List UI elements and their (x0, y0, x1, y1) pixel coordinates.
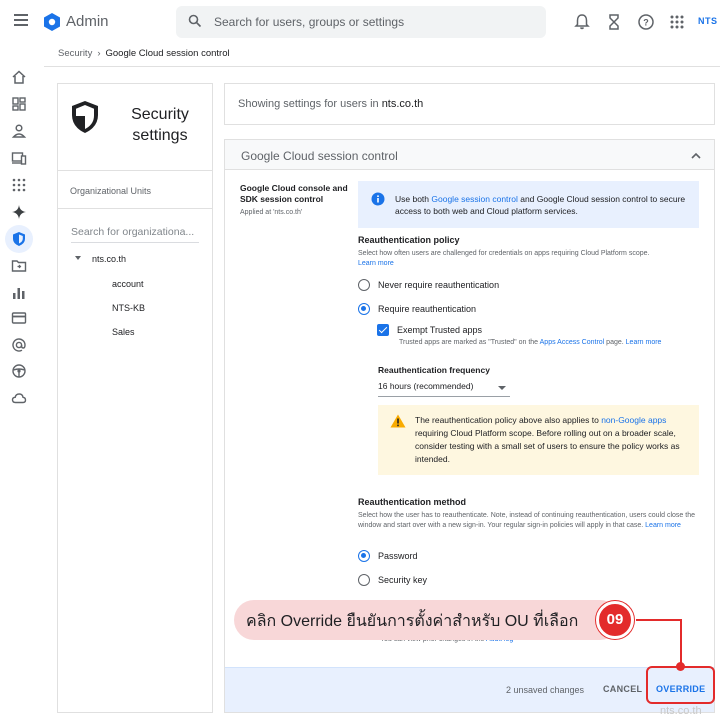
reauth-method-desc: Select how the user has to reauthenticat… (358, 512, 695, 529)
divider (58, 170, 212, 171)
save-bar: 2 unsaved changes CANCEL OVERRIDE (225, 667, 714, 712)
apps-access-control-link[interactable]: Apps Access Control (540, 339, 605, 346)
security-key-label[interactable]: Security key (378, 575, 427, 585)
brand-logo[interactable]: NTS (698, 16, 718, 26)
apps-icon[interactable] (11, 177, 27, 193)
reauth-policy-desc: Select how often users are challenged fo… (358, 250, 650, 267)
dashboard-icon[interactable] (11, 96, 27, 112)
ou-section-label: Organizational Units (70, 186, 152, 196)
chevron-right-icon: › (97, 48, 101, 59)
storage-cloud-icon[interactable] (11, 390, 27, 406)
ou-tree-item[interactable]: NTS-KB (112, 303, 145, 313)
never-reauth-radio[interactable] (358, 279, 370, 291)
search-icon (188, 14, 202, 28)
never-reauth-label[interactable]: Never require reauthentication (378, 280, 499, 290)
users-icon[interactable] (11, 123, 27, 139)
apps-grid-icon[interactable] (668, 13, 686, 31)
generative-ai-sparkle-icon[interactable] (11, 204, 27, 220)
showing-text: Showing settings for users in nts.co.th (238, 98, 424, 110)
require-reauth-label[interactable]: Require reauthentication (378, 304, 476, 314)
learn-more-link[interactable]: Learn more (645, 522, 681, 529)
tasks-hourglass-icon[interactable] (605, 13, 623, 31)
security-shield-icon (72, 101, 98, 133)
billing-card-icon[interactable] (11, 310, 27, 326)
breadcrumb: Security › Google Cloud session control (58, 48, 230, 59)
admin-logo-icon[interactable] (42, 12, 62, 32)
cancel-button[interactable]: CANCEL (597, 680, 648, 700)
reauth-frequency-value: 16 hours (recommended) (378, 381, 474, 391)
exempt-trusted-apps-checkbox[interactable] (377, 324, 389, 336)
learn-more-link[interactable]: Learn more (358, 260, 394, 267)
connector-line (680, 619, 682, 666)
notifications-bell-icon[interactable] (573, 13, 591, 31)
reauth-policy-title: Reauthentication policy (358, 235, 460, 245)
rules-steering-icon[interactable] (11, 363, 27, 379)
home-icon[interactable] (11, 69, 27, 85)
devices-icon[interactable] (11, 150, 27, 166)
connector-dot (676, 662, 685, 671)
breadcrumb-current: Google Cloud session control (105, 48, 230, 59)
non-google-apps-link[interactable]: non-Google apps (601, 415, 666, 425)
divider (44, 66, 720, 67)
warning-banner: The reauthentication policy above also a… (378, 405, 699, 475)
info-banner: Use both Google session control and Goog… (358, 181, 699, 228)
google-session-control-link[interactable]: Google session control (431, 194, 517, 204)
highlight-box (646, 666, 715, 704)
data-folder-icon[interactable] (11, 258, 27, 274)
tutorial-callout: คลิก Override ยืนยันการตั้งค่าสำหรับ OU … (234, 600, 620, 640)
dropdown-arrow-icon (498, 386, 506, 390)
ou-search-input[interactable]: Search for organizationa... (71, 226, 199, 243)
account-at-icon[interactable] (11, 337, 27, 353)
security-shield-icon[interactable] (11, 231, 27, 247)
search-input[interactable]: Search for users, groups or settings (214, 15, 404, 29)
warning-icon (390, 414, 406, 428)
reporting-icon[interactable] (11, 285, 27, 301)
unsaved-changes-label: 2 unsaved changes (506, 685, 585, 695)
ou-tree-root[interactable]: nts.co.th (92, 254, 126, 264)
showing-domain: nts.co.th (381, 98, 424, 110)
require-reauth-radio[interactable] (358, 303, 370, 315)
ou-tree-item[interactable]: Sales (112, 327, 135, 337)
breadcrumb-security[interactable]: Security (58, 48, 92, 59)
app-title[interactable]: Admin (66, 13, 109, 30)
security-settings-panel: Security settings Organizational Units S… (57, 83, 213, 713)
card-header[interactable]: Google Cloud session control (225, 140, 714, 170)
chevron-up-icon[interactable] (691, 152, 701, 159)
callout-text: คลิก Override ยืนยันการตั้งค่าสำหรับ OU … (246, 613, 579, 630)
divider (58, 208, 212, 209)
trusted-apps-note: Trusted apps are marked as "Trusted" on … (399, 339, 662, 346)
panel-title: Security settings (131, 106, 189, 144)
search-bar[interactable]: Search for users, groups or settings (176, 6, 546, 38)
reauth-frequency-select[interactable]: 16 hours (recommended) (378, 381, 510, 397)
main-menu-icon[interactable] (14, 14, 28, 26)
svg-text:?: ? (643, 18, 649, 28)
password-radio[interactable] (358, 550, 370, 562)
applied-at-label: Applied at 'nts.co.th' (240, 209, 303, 216)
setting-name: Google Cloud console and SDK session con… (240, 183, 348, 204)
security-key-radio[interactable] (358, 574, 370, 586)
learn-more-link[interactable]: Learn more (626, 339, 662, 346)
help-icon[interactable]: ? (637, 13, 655, 31)
showing-settings-banner: Showing settings for users in nts.co.th (224, 83, 715, 125)
reauth-frequency-title: Reauthentication frequency (378, 365, 490, 375)
step-number-badge: 09 (596, 601, 634, 639)
warning-text: The reauthentication policy above also a… (415, 415, 680, 464)
connector-line (636, 619, 682, 621)
watermark: nts.co.th (660, 705, 702, 717)
info-text: Use both Google session control and Goog… (395, 194, 686, 216)
reauth-method-title: Reauthentication method (358, 497, 467, 507)
top-bar: Admin Search for users, groups or settin… (0, 0, 720, 44)
ou-tree-item[interactable]: account (112, 279, 144, 289)
card-title: Google Cloud session control (241, 149, 398, 163)
info-icon (371, 192, 385, 206)
expand-arrow-icon[interactable] (75, 256, 81, 260)
exempt-trusted-apps-label[interactable]: Exempt Trusted apps (397, 325, 482, 335)
password-label[interactable]: Password (378, 551, 418, 561)
